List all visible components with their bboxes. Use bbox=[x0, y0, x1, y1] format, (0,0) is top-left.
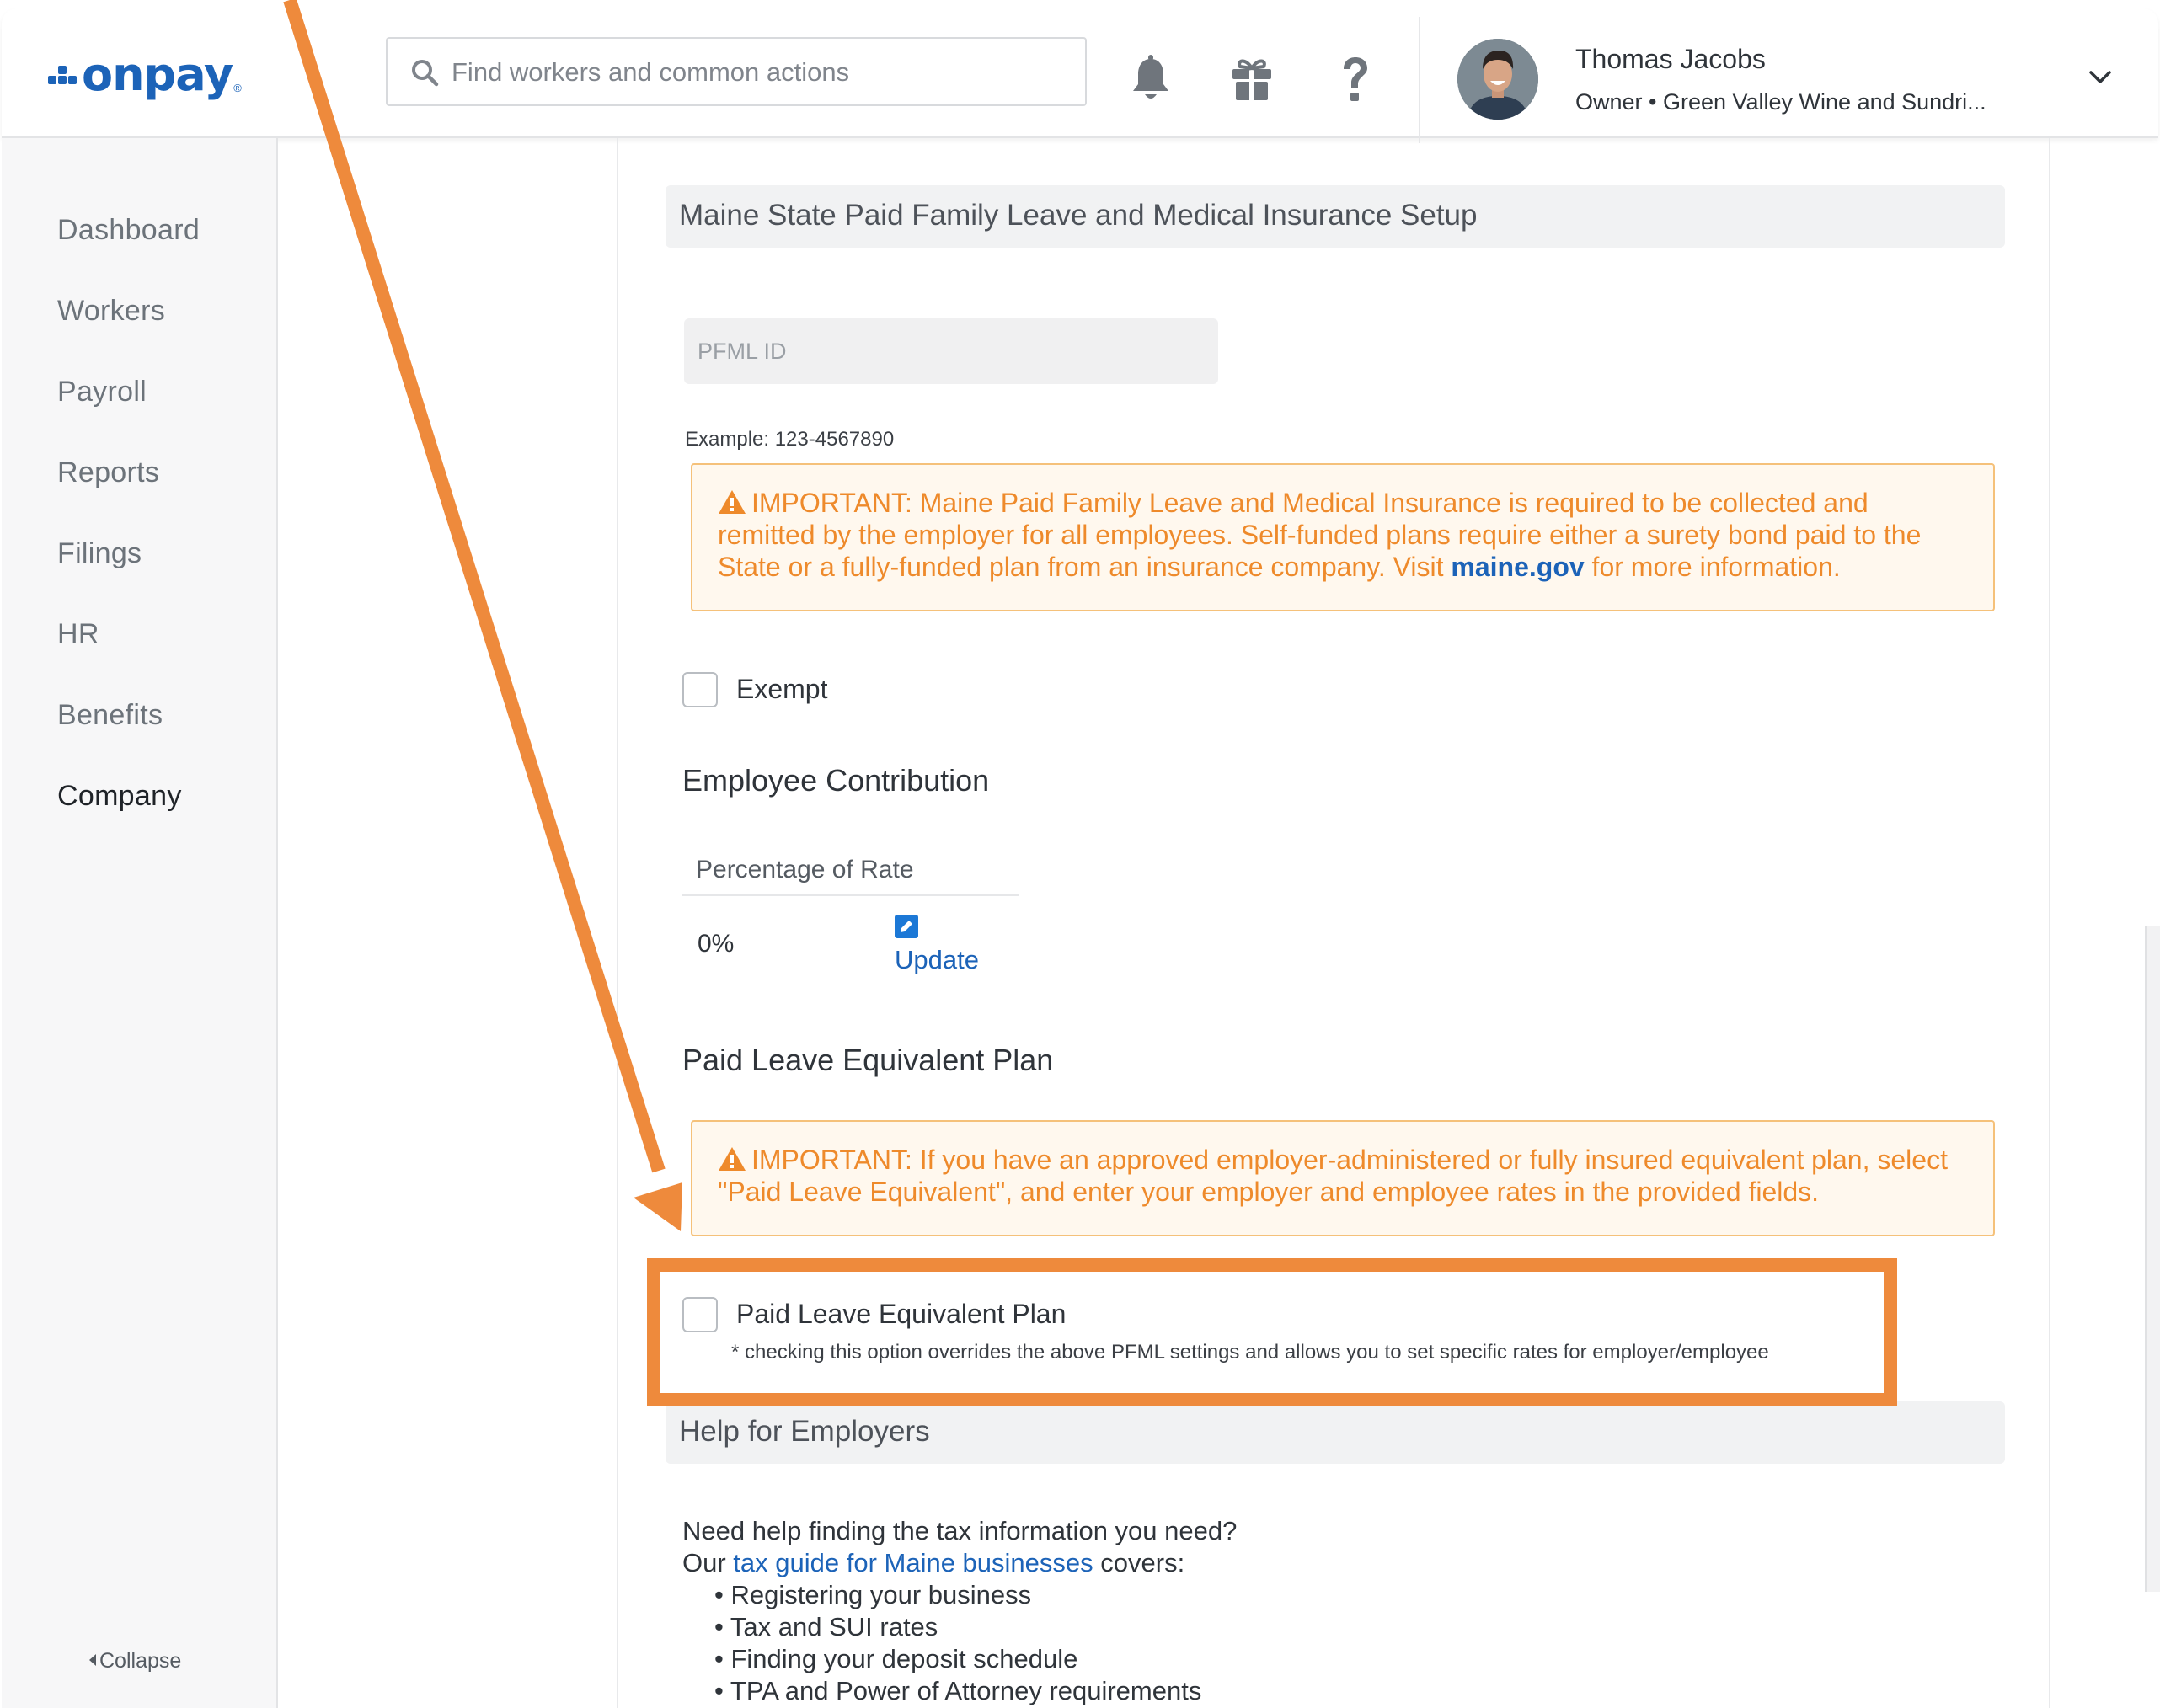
content-border-right bbox=[2049, 138, 2050, 1708]
help-line-2: Our tax guide for Maine businesses cover… bbox=[682, 1548, 1184, 1578]
sidebar: Dashboard Workers Payroll Reports Filing… bbox=[2, 138, 278, 1708]
pfml-id-field[interactable] bbox=[684, 318, 1218, 384]
alert-text-end: for more information. bbox=[1584, 552, 1841, 582]
pfml-example-hint: Example: 123-4567890 bbox=[685, 428, 895, 451]
maine-gov-link[interactable]: maine.gov bbox=[1451, 552, 1584, 582]
help-bullet: • Registering your business bbox=[714, 1580, 1032, 1609]
logo-text: onpay bbox=[82, 48, 233, 101]
registered-mark: ® bbox=[233, 82, 242, 94]
user-name[interactable]: Thomas Jacobs bbox=[1575, 44, 1766, 75]
annotation-highlight-box bbox=[647, 1258, 1897, 1406]
help-intro: Need help finding the tax information yo… bbox=[682, 1516, 1238, 1545]
paid-leave-equivalent-title: Paid Leave Equivalent Plan bbox=[682, 1043, 1054, 1077]
search-input[interactable] bbox=[450, 47, 1060, 98]
help-line-2-end: covers: bbox=[1093, 1548, 1185, 1577]
help-icon[interactable] bbox=[1331, 54, 1378, 104]
search-box[interactable] bbox=[386, 37, 1087, 106]
onpay-logo[interactable]: onpay ® bbox=[48, 52, 242, 98]
sidebar-item-workers[interactable]: Workers bbox=[57, 295, 165, 328]
percentage-of-rate-header: Percentage of Rate bbox=[696, 856, 914, 883]
help-section-title: Help for Employers bbox=[679, 1415, 930, 1448]
important-alert-ple: IMPORTANT: If you have an approved emplo… bbox=[691, 1120, 1995, 1236]
sidebar-item-filings[interactable]: Filings bbox=[57, 537, 142, 570]
help-bullet: • TPA and Power of Attorney requirements bbox=[714, 1676, 1202, 1705]
avatar[interactable] bbox=[1457, 39, 1538, 120]
sidebar-item-hr[interactable]: HR bbox=[57, 618, 99, 651]
help-bullet: • Tax and SUI rates bbox=[714, 1612, 938, 1641]
bell-icon[interactable] bbox=[1127, 54, 1174, 104]
update-link[interactable]: Update bbox=[895, 945, 979, 975]
chevron-down-icon[interactable] bbox=[2086, 67, 2115, 88]
ple-alert-text: IMPORTANT: If you have an approved emplo… bbox=[718, 1145, 1948, 1207]
contribution-percentage: 0% bbox=[698, 930, 735, 958]
search-icon bbox=[412, 60, 439, 87]
exempt-checkbox[interactable] bbox=[682, 672, 718, 707]
section-header-help: Help for Employers bbox=[666, 1401, 2005, 1464]
tax-guide-link[interactable]: tax guide for Maine businesses bbox=[733, 1548, 1093, 1577]
sidebar-item-dashboard[interactable]: Dashboard bbox=[57, 214, 200, 247]
sidebar-item-benefits[interactable]: Benefits bbox=[57, 699, 163, 732]
exempt-label: Exempt bbox=[736, 674, 828, 704]
sidebar-item-company[interactable]: Company bbox=[57, 780, 182, 813]
user-role[interactable]: Owner • Green Valley Wine and Sundri... bbox=[1575, 89, 1986, 115]
content-border-left bbox=[617, 138, 618, 1708]
warning-icon bbox=[719, 490, 746, 514]
employee-contribution-title: Employee Contribution bbox=[682, 763, 990, 798]
help-bullet: • Finding your deposit schedule bbox=[714, 1644, 1078, 1673]
sidebar-item-payroll[interactable]: Payroll bbox=[57, 376, 147, 408]
section-header-pfml: Maine State Paid Family Leave and Medica… bbox=[666, 185, 2005, 248]
collapse-label: Collapse bbox=[99, 1649, 182, 1673]
collapse-button[interactable]: Collapse bbox=[89, 1649, 181, 1673]
important-alert-pfml: IMPORTANT: Maine Paid Family Leave and M… bbox=[691, 463, 1995, 611]
user-photo-icon bbox=[1457, 39, 1538, 120]
top-bar: onpay ® Thomas Jacobs bbox=[2, 8, 2158, 143]
scrollbar[interactable] bbox=[2145, 926, 2160, 1592]
section-title: Maine State Paid Family Leave and Medica… bbox=[679, 199, 1478, 232]
logo-mark-icon bbox=[48, 61, 78, 89]
help-line-2-start: Our bbox=[682, 1548, 734, 1577]
edit-icon[interactable] bbox=[895, 915, 918, 938]
header-divider bbox=[1419, 17, 1420, 143]
gift-icon[interactable] bbox=[1228, 54, 1275, 104]
table-divider bbox=[682, 894, 1019, 896]
caret-left-icon bbox=[89, 1654, 96, 1666]
warning-icon bbox=[719, 1147, 746, 1171]
sidebar-item-reports[interactable]: Reports bbox=[57, 456, 159, 489]
